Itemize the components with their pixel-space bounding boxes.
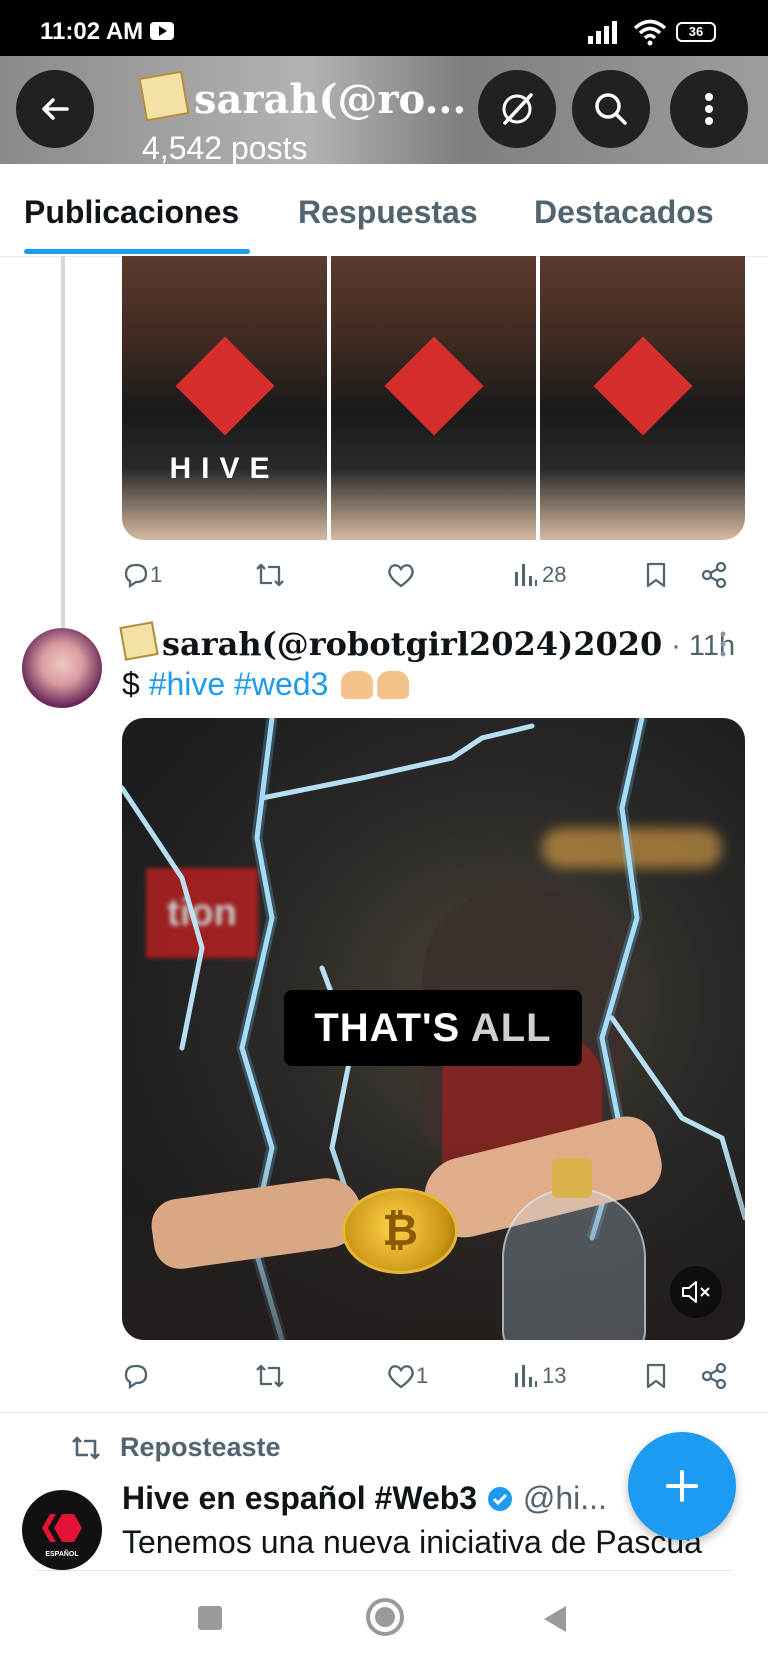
reply-button[interactable]: [122, 1356, 150, 1396]
posts-count: 4,542 posts: [142, 130, 308, 166]
repost-label: Reposteaste: [120, 1432, 281, 1462]
post-text: $ #hive #wed3: [122, 666, 410, 703]
views-count: 28: [542, 562, 567, 587]
author-name[interactable]: sarah(@robotgirl2024)2020: [162, 625, 662, 663]
shirt-text: HIVE: [169, 452, 280, 485]
reply-icon: [124, 1364, 148, 1390]
bookmark-button[interactable]: [644, 555, 668, 595]
grok-icon: [502, 93, 533, 125]
glass-bulb: [502, 1188, 646, 1340]
active-tab-indicator: [24, 249, 250, 254]
home-button[interactable]: [366, 1598, 404, 1636]
heart-icon: [388, 1365, 414, 1389]
post-image[interactable]: [331, 256, 536, 540]
vertical-dots-icon: [705, 93, 713, 125]
hive-logo-icon: ESPAÑOL: [42, 1514, 82, 1558]
bookmark-button[interactable]: [644, 1356, 668, 1396]
hive-logo-shape: [593, 336, 692, 436]
avatar[interactable]: [22, 628, 102, 708]
video-caption: THAT'S ALL: [284, 990, 582, 1066]
views-button[interactable]: 28: [514, 555, 566, 595]
bulb-cap: [552, 1158, 592, 1198]
heart-icon: [388, 564, 414, 588]
muted-speaker-icon: [682, 1281, 710, 1303]
post-actions: 1 28: [122, 555, 745, 595]
tab-publicaciones[interactable]: Publicaciones: [24, 194, 239, 231]
hive-logo-shape: [384, 336, 483, 436]
views-chart-icon: [515, 564, 537, 586]
battery-icon: 36: [676, 22, 716, 42]
tab-destacados[interactable]: Destacados: [534, 194, 714, 231]
profile-tabs: Publicaciones Respuestas Destacados: [0, 164, 768, 257]
hive-logo-shape: [175, 336, 274, 436]
back-arrow-icon: [42, 98, 69, 120]
post-actions: 1 13: [122, 1356, 745, 1396]
repost-button[interactable]: [254, 1356, 286, 1396]
page-title: sarah(@ro...: [138, 70, 466, 123]
views-count: 13: [542, 1363, 567, 1388]
wifi-icon: [633, 19, 667, 46]
share-button[interactable]: [700, 1356, 728, 1396]
verified-badge-icon: [487, 1487, 512, 1511]
bookmark-icon: [646, 562, 666, 588]
like-button[interactable]: 1: [386, 1356, 428, 1396]
author-handle[interactable]: @hi...: [523, 1480, 607, 1516]
post-video[interactable]: tion THAT'S ALL ₿: [122, 718, 745, 1340]
post-text: Tenemos una nueva iniciativa de Pascua: [122, 1524, 702, 1560]
post-image-grid[interactable]: HIVE: [122, 256, 745, 540]
post-image[interactable]: HIVE: [122, 256, 327, 540]
memo-pencil-emoji-icon: [119, 621, 159, 661]
mute-button[interactable]: [670, 1266, 722, 1318]
avatar[interactable]: ESPAÑOL: [22, 1490, 102, 1570]
youtube-notification-icon: [150, 22, 174, 40]
post-image[interactable]: [540, 256, 745, 540]
system-back-button[interactable]: [544, 1606, 566, 1632]
plus-icon: [666, 1470, 698, 1502]
search-icon: [595, 93, 627, 125]
share-icon: [701, 561, 727, 589]
repost-button[interactable]: [254, 555, 286, 595]
repost-icon: [256, 563, 284, 587]
tab-respuestas[interactable]: Respuestas: [298, 194, 478, 231]
share-button[interactable]: [700, 555, 728, 595]
system-navigation-bar: [0, 1580, 768, 1664]
post-author-line: sarah(@robotgirl2024)2020 · 11h: [119, 621, 735, 663]
recent-apps-button[interactable]: [198, 1606, 222, 1630]
views-button[interactable]: 13: [514, 1356, 566, 1396]
status-time: 11:02 AM: [40, 18, 144, 45]
back-button[interactable]: [16, 70, 94, 148]
repost-icon: [72, 1436, 100, 1459]
search-button[interactable]: [572, 70, 650, 148]
reply-count: 1: [150, 562, 163, 587]
post-author-line: Hive en español #Web3 @hi...: [122, 1480, 607, 1517]
post-divider: [36, 1570, 732, 1571]
svg-text:ESPAÑOL: ESPAÑOL: [45, 1549, 79, 1558]
memo-pencil-emoji-icon: [138, 70, 190, 122]
status-bar: 11:02 AM 36: [0, 0, 768, 56]
more-options-button[interactable]: [670, 70, 748, 148]
reply-icon: [124, 563, 148, 589]
compose-button[interactable]: [628, 1432, 736, 1540]
post-divider: [0, 1412, 768, 1413]
repost-indicator: Reposteaste: [70, 1432, 281, 1463]
views-chart-icon: [515, 1365, 537, 1387]
signal-icon: [588, 21, 617, 44]
raising-hands-emoji-icon: [341, 671, 374, 699]
hashtag-link[interactable]: #wed3: [234, 666, 328, 702]
thread-connector: [61, 256, 65, 628]
bookmark-icon: [646, 1363, 666, 1389]
folded-hands-emoji-icon: [377, 671, 410, 699]
like-button[interactable]: [386, 555, 416, 595]
bitcoin-coin-icon: ₿: [342, 1188, 458, 1274]
profile-header: sarah(@ro... 4,542 posts: [0, 56, 768, 166]
hashtag-link[interactable]: #hive: [149, 666, 226, 702]
repost-icon: [256, 1364, 284, 1388]
grok-button[interactable]: [478, 70, 556, 148]
reply-button[interactable]: 1: [122, 555, 162, 595]
author-name[interactable]: Hive en español #Web3: [122, 1480, 477, 1516]
share-icon: [701, 1362, 727, 1390]
post-more-icon[interactable]: [718, 630, 728, 658]
like-count: 1: [416, 1363, 429, 1388]
